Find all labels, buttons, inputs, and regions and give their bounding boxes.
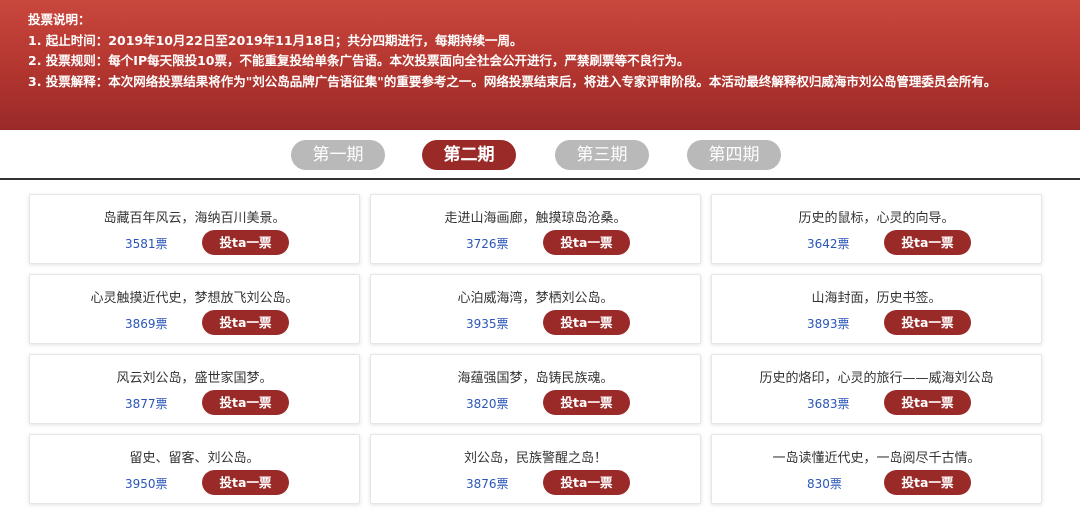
slogan-card: 留史、留客、刘公岛。 3950票 投ta一票: [29, 434, 360, 504]
vote-button[interactable]: 投ta一票: [543, 470, 630, 495]
slogan-text: 一岛读懂近代史，一岛阅尽千古情。: [772, 451, 981, 466]
vote-count: 3950票: [125, 477, 168, 491]
vote-button[interactable]: 投ta一票: [202, 310, 289, 335]
slogan-text: 历史的烙印，心灵的旅行——威海刘公岛: [759, 371, 994, 386]
slogan-card: 刘公岛，民族警醒之岛！ 3876票 投ta一票: [370, 434, 701, 504]
vote-button[interactable]: 投ta一票: [543, 310, 630, 335]
divider: [0, 178, 1080, 180]
slogan-card: 岛藏百年风云，海纳百川美景。 3581票 投ta一票: [29, 194, 360, 264]
slogan-card: 心灵触摸近代史，梦想放飞刘公岛。 3869票 投ta一票: [29, 274, 360, 344]
vote-button[interactable]: 投ta一票: [543, 230, 630, 255]
slogan-card: 历史的烙印，心灵的旅行——威海刘公岛 3683票 投ta一票: [711, 354, 1042, 424]
vote-button[interactable]: 投ta一票: [202, 390, 289, 415]
tab-period-3[interactable]: 第三期: [555, 140, 649, 170]
vote-button[interactable]: 投ta一票: [543, 390, 630, 415]
slogan-card: 海蕴强国梦，岛铸民族魂。 3820票 投ta一票: [370, 354, 701, 424]
tab-period-4[interactable]: 第四期: [687, 140, 781, 170]
vote-count: 3726票: [466, 237, 509, 251]
slogan-card: 走进山海画廊，触摸琼岛沧桑。 3726票 投ta一票: [370, 194, 701, 264]
vote-button[interactable]: 投ta一票: [884, 230, 971, 255]
tab-period-2[interactable]: 第二期: [422, 140, 516, 170]
slogan-text: 山海封面，历史书签。: [811, 291, 942, 306]
vote-button[interactable]: 投ta一票: [884, 470, 971, 495]
voting-notice: 投票说明： 1. 起止时间：2019年10月22日至2019年11月18日；共分…: [0, 0, 1080, 130]
vote-count: 3877票: [125, 397, 168, 411]
notice-line-rules: 2. 投票规则：每个IP每天限投10票，不能重复投给单条广告语。本次投票面向全社…: [28, 53, 690, 68]
period-tabs: 第一期 第二期 第三期 第四期: [0, 140, 1080, 172]
slogan-text: 留史、留客、刘公岛。: [129, 451, 260, 466]
slogan-text: 心泊威海湾，梦栖刘公岛。: [457, 291, 614, 306]
vote-count: 3869票: [125, 317, 168, 331]
vote-count: 3683票: [807, 397, 850, 411]
vote-button[interactable]: 投ta一票: [884, 310, 971, 335]
vote-button[interactable]: 投ta一票: [202, 230, 289, 255]
tab-period-1[interactable]: 第一期: [291, 140, 385, 170]
vote-button[interactable]: 投ta一票: [884, 390, 971, 415]
slogan-text: 海蕴强国梦，岛铸民族魂。: [457, 371, 614, 386]
slogan-card: 山海封面，历史书签。 3893票 投ta一票: [711, 274, 1042, 344]
notice-line-explanation: 3. 投票解释：本次网络投票结果将作为"刘公岛品牌广告语征集"的重要参考之一。网…: [28, 73, 997, 89]
slogan-card: 一岛读懂近代史，一岛阅尽千古情。 830票 投ta一票: [711, 434, 1042, 504]
vote-count: 3935票: [466, 317, 509, 331]
vote-count: 830票: [807, 477, 842, 491]
vote-count: 3581票: [125, 237, 168, 251]
slogan-text: 历史的鼠标，心灵的向导。: [798, 211, 955, 226]
vote-count: 3642票: [807, 237, 850, 251]
vote-count: 3820票: [466, 397, 509, 411]
vote-button[interactable]: 投ta一票: [202, 470, 289, 495]
slogan-text: 心灵触摸近代史，梦想放飞刘公岛。: [90, 291, 299, 306]
slogan-text: 刘公岛，民族警醒之岛！: [463, 451, 607, 466]
slogan-text: 走进山海画廊，触摸琼岛沧桑。: [444, 211, 627, 226]
slogan-text: 岛藏百年风云，海纳百川美景。: [103, 211, 286, 226]
slogan-card: 心泊威海湾，梦栖刘公岛。 3935票 投ta一票: [370, 274, 701, 344]
notice-line-time: 1. 起止时间：2019年10月22日至2019年11月18日；共分四期进行，每…: [28, 32, 523, 48]
vote-count: 3893票: [807, 317, 850, 331]
notice-title: 投票说明：: [28, 12, 91, 27]
slogan-card: 风云刘公岛，盛世家国梦。 3877票 投ta一票: [29, 354, 360, 424]
slogan-card: 历史的鼠标，心灵的向导。 3642票 投ta一票: [711, 194, 1042, 264]
vote-count: 3876票: [466, 477, 509, 491]
slogan-text: 风云刘公岛，盛世家国梦。: [116, 371, 273, 386]
